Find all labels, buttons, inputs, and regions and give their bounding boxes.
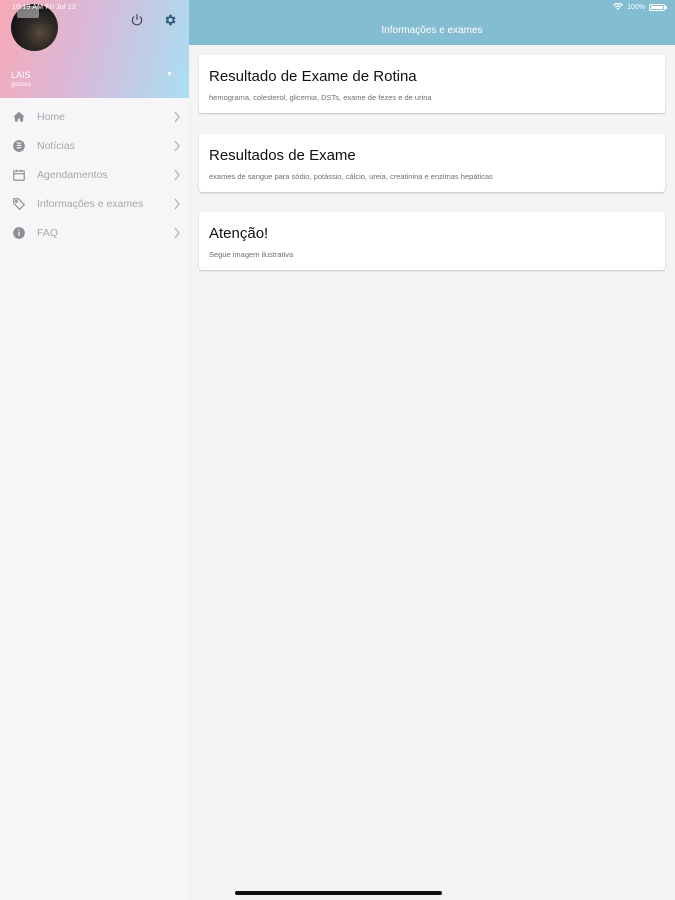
calendar-icon [11,167,27,183]
card-subtitle: Segue imagem ilustrativa [209,250,294,259]
avatar[interactable] [11,4,58,51]
sidebar-header: 10:19 AM Fri Jul 12 LAIS gestora ▼ [0,0,189,98]
status-indicators: 100% [613,3,667,11]
page-title: Informações e exames [381,25,483,36]
battery-percent: 100% [627,3,645,11]
chevron-right-icon [174,169,180,180]
power-icon[interactable] [128,11,146,29]
sidebar-nav: Home Notícias Agendamentos Informações e… [0,98,189,247]
battery-icon [649,3,667,11]
sidebar-item-noticias[interactable]: Notícias [0,131,189,160]
user-role: gestora [11,82,32,88]
status-time: 10:19 AM Fri Jul 12 [12,4,77,11]
chevron-right-icon [174,227,180,238]
gear-icon[interactable] [161,11,179,29]
sidebar-item-label: Notícias [37,139,75,152]
top-bar: 100% Informações e exames [189,0,675,45]
tag-icon [11,196,27,212]
sidebar-item-label: Agendamentos [37,168,108,181]
sidebar-item-label: Home [37,110,66,123]
card-title: Resultados de Exame [209,147,356,164]
card-resultados-exame[interactable]: Resultados de Exame exames de sangue par… [199,134,665,192]
info-icon [11,225,27,241]
user-name: LAIS [11,70,31,80]
chevron-right-icon [174,198,180,209]
card-subtitle: hemograma, colesterol, glicemia, DSTs, e… [209,93,432,102]
main-content: Resultado de Exame de Rotina hemograma, … [189,45,675,900]
card-subtitle: exames de sangue para sódio, potássio, c… [209,172,493,181]
sidebar-item-label: FAQ [37,226,59,239]
app-screen: 10:19 AM Fri Jul 12 LAIS gestora ▼ Home … [0,0,675,900]
sidebar-item-informacoes-exames[interactable]: Informações e exames [0,189,189,218]
card-resultado-exame-rotina[interactable]: Resultado de Exame de Rotina hemograma, … [199,55,665,113]
sidebar: 10:19 AM Fri Jul 12 LAIS gestora ▼ Home … [0,0,189,900]
chevron-right-icon [174,111,180,122]
card-title: Resultado de Exame de Rotina [209,68,417,85]
sidebar-item-agendamentos[interactable]: Agendamentos [0,160,189,189]
card-title: Atenção! [209,225,269,242]
home-icon [11,109,27,125]
sidebar-item-label: Informações e exames [37,197,144,210]
chevron-right-icon [174,140,180,151]
user-menu-caret-icon[interactable]: ▼ [166,71,173,78]
wifi-icon [613,3,624,10]
sidebar-item-home[interactable]: Home [0,102,189,131]
card-atencao[interactable]: Atenção! Segue imagem ilustrativa [199,212,665,270]
home-indicator[interactable] [235,891,442,895]
news-icon [11,138,27,154]
sidebar-item-faq[interactable]: FAQ [0,218,189,247]
